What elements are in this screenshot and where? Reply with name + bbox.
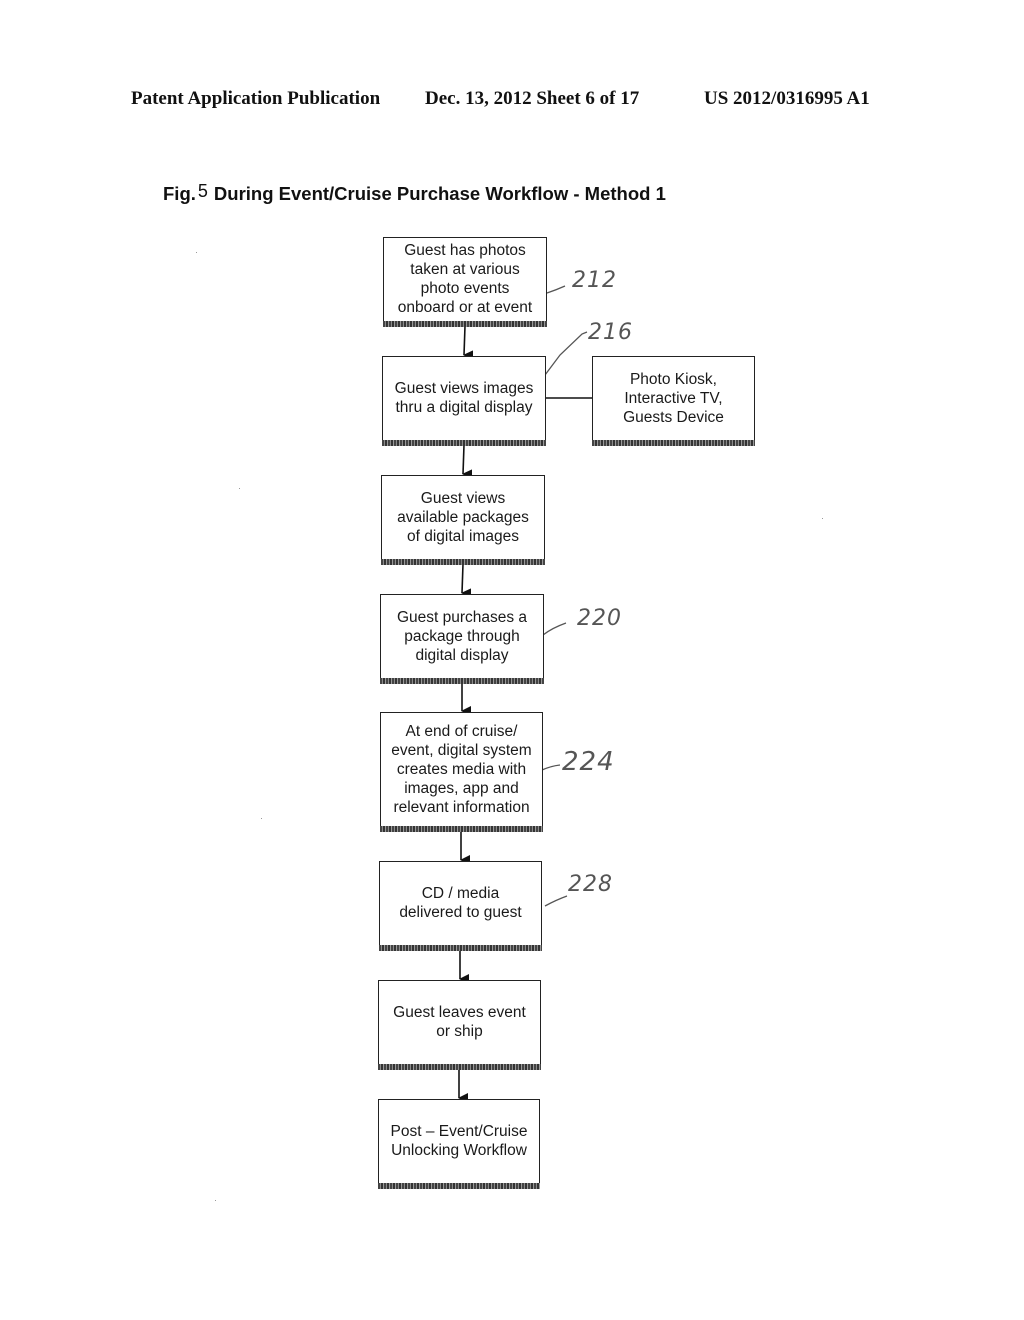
step-text: Guest views images thru a digital displa… [394,380,534,416]
scan-speck [196,252,197,253]
arrow-step3-to-step4 [461,563,472,599]
step-box-unlocking-workflow: Post – Event/Cruise Unlocking Workflow [378,1099,540,1189]
step-box-photos-taken: Guest has photos taken at various photo … [383,237,547,327]
reference-numeral-216: 216 [588,320,633,345]
step-box-guest-leaves: Guest leaves event or ship [378,980,541,1070]
step-text: Guest leaves event or ship [393,1004,526,1040]
step-text: CD / media delivered to guest [399,885,522,921]
leader-line-212 [546,285,566,294]
step-box-view-images: Guest views images thru a digital displa… [382,356,546,446]
step-text: At end of cruise/ event, digital system … [391,722,532,816]
step-box-media-delivered: CD / media delivered to guest [379,861,542,951]
arrow-step2-to-step3 [462,444,473,480]
scan-speck [215,1200,216,1201]
leader-line-228 [544,895,568,907]
reference-numeral-212: 212 [572,268,617,293]
step-text: Post – Event/Cruise Unlocking Workflow [390,1123,528,1159]
leader-line-216 [544,331,588,376]
scan-speck [822,518,823,519]
leader-line-220 [542,622,567,636]
leader-line-224 [541,764,561,771]
scan-speck [261,818,262,819]
reference-numeral-220: 220 [577,606,622,631]
step-text: Guest purchases a package through digita… [396,608,528,664]
step-text: Guest has photos taken at various photo … [397,242,533,316]
arrow-step1-to-step2 [463,325,474,361]
side-box-text: Photo Kiosk, Interactive TV, Guests Devi… [623,370,724,426]
step-box-purchase-package: Guest purchases a package through digita… [380,594,544,684]
step-text: Guest views available packages of digita… [397,489,529,545]
reference-numeral-228: 228 [568,872,613,897]
side-box-display-devices: Photo Kiosk, Interactive TV, Guests Devi… [592,356,755,446]
step-box-view-packages: Guest views available packages of digita… [381,475,545,565]
reference-numeral-224: 224 [562,747,615,777]
scan-speck [239,488,240,489]
step-box-create-media: At end of cruise/ event, digital system … [380,712,543,832]
